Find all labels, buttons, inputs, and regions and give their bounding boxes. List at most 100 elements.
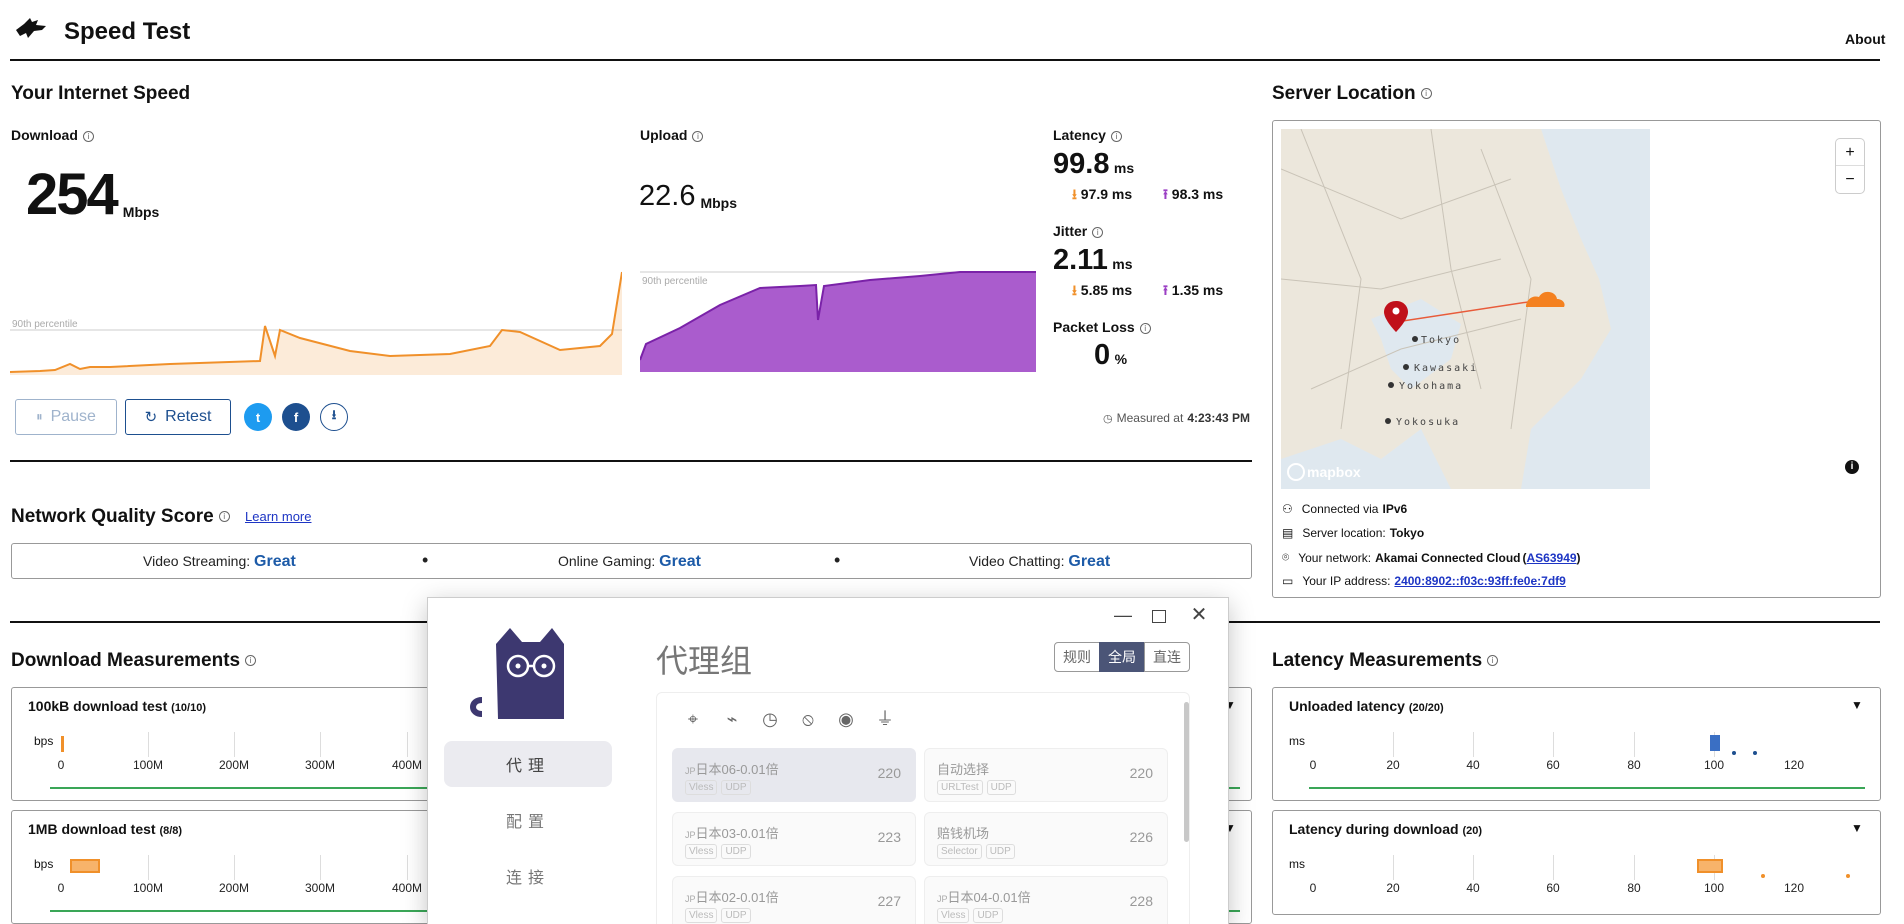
proxy-item[interactable]: JP日本06-0.01倍 220 Vless UDP bbox=[672, 748, 916, 802]
speed-icon[interactable]: ⌁ bbox=[721, 708, 743, 730]
facebook-share-button[interactable]: f bbox=[282, 403, 310, 431]
ip-address-link[interactable]: 2400:8902::f03c:93ff:fe0e:7df9 bbox=[1394, 574, 1565, 588]
jitter-label: Jitter i bbox=[1053, 223, 1104, 239]
data-marker bbox=[70, 859, 100, 873]
info-icon[interactable]: i bbox=[1139, 322, 1151, 334]
data-marker bbox=[1697, 859, 1723, 873]
proxy-item[interactable]: 赔钱机场 226 Selector UDP bbox=[924, 812, 1168, 866]
proxy-item[interactable]: 自动选择 220 URLTest UDP bbox=[924, 748, 1168, 802]
info-icon[interactable]: i bbox=[1110, 130, 1122, 142]
ip-address-row: ▭ Your IP address: 2400:8902::f03c:93ff:fe… bbox=[1282, 574, 1566, 588]
info-icon[interactable]: i bbox=[82, 130, 94, 142]
map-city-label: Yokohama bbox=[1399, 381, 1463, 392]
jitter-up: ⭱ 1.35 ms bbox=[1163, 282, 1224, 298]
axis-tick: 80 bbox=[1627, 881, 1641, 895]
zoom-out-button[interactable]: − bbox=[1836, 166, 1864, 193]
axis-tick: 100 bbox=[1703, 881, 1725, 895]
data-marker bbox=[1753, 751, 1757, 755]
quality-separator: • bbox=[834, 550, 841, 570]
chevron-down-icon[interactable]: ▼ bbox=[1851, 821, 1863, 835]
mode-rule[interactable]: 规则 bbox=[1054, 642, 1100, 672]
list-scrollbar[interactable] bbox=[1184, 702, 1189, 842]
latency-down: ⭳ 97.9 ms bbox=[1072, 186, 1133, 202]
retest-button[interactable]: ↻ Retest bbox=[125, 399, 231, 435]
eye-icon[interactable]: ◉ bbox=[835, 708, 857, 730]
info-icon[interactable]: i bbox=[692, 130, 704, 142]
clock-icon[interactable]: ◷ bbox=[759, 708, 781, 730]
filter-off-icon[interactable]: ⏚ bbox=[874, 708, 896, 730]
info-icon[interactable]: i bbox=[1420, 88, 1432, 100]
download-results-button[interactable]: ⭳ bbox=[320, 403, 348, 431]
proxy-group-title: 代理组 bbox=[656, 643, 753, 679]
chevron-down-icon[interactable]: ▼ bbox=[1851, 698, 1863, 712]
quality-score-bar: Video Streaming: Great • Online Gaming: … bbox=[11, 543, 1252, 579]
quality-item-chatting: Video Chatting: Great bbox=[969, 553, 1111, 570]
axis-tick: 100M bbox=[132, 881, 164, 895]
download-arrow-icon: ⭳ bbox=[1072, 282, 1077, 298]
pause-button[interactable]: ⏸ Pause bbox=[15, 399, 117, 435]
axis-tick: 400M bbox=[391, 881, 423, 895]
info-icon[interactable]: i bbox=[218, 511, 230, 523]
jitter-value: 2.11 ms bbox=[1053, 244, 1133, 276]
upload-chart: 90th percentile bbox=[640, 271, 1036, 372]
twitter-icon: t bbox=[255, 409, 261, 425]
facebook-icon: f bbox=[293, 409, 299, 425]
proxy-client-window: — ✕ 代理 配置 连接 代理组 规则 全局 直连 ⌖ ⌁ ◷ ⦸ ◉ ⏚ JP… bbox=[428, 598, 1228, 924]
download-icon: ⭳ bbox=[331, 407, 337, 422]
upload-arrow-icon: ⭱ bbox=[1163, 282, 1168, 298]
proxy-item[interactable]: JP日本03-0.01倍 223 Vless UDP bbox=[672, 812, 916, 866]
server-icon: ▤ bbox=[1282, 526, 1294, 540]
no-signal-icon[interactable]: ⦸ bbox=[797, 708, 819, 730]
app-title: Speed Test bbox=[64, 18, 191, 45]
nav-config[interactable]: 配置 bbox=[444, 797, 612, 843]
axis-tick: 300M bbox=[304, 758, 336, 772]
axis-tick: 80 bbox=[1627, 758, 1641, 772]
info-icon[interactable]: i bbox=[245, 655, 257, 667]
zoom-in-button[interactable]: + bbox=[1836, 139, 1864, 166]
map[interactable]: Tokyo Kawasaki Yokohama Yokosuka mapbox bbox=[1281, 129, 1650, 489]
nav-proxy[interactable]: 代理 bbox=[444, 741, 612, 787]
about-link[interactable]: About bbox=[1845, 31, 1885, 47]
zoom-controls: + − bbox=[1836, 139, 1864, 193]
axis-unit: ms bbox=[1289, 857, 1305, 871]
mode-direct[interactable]: 直连 bbox=[1144, 642, 1190, 672]
id-card-icon: ▭ bbox=[1282, 574, 1294, 588]
server-section-title: Server Location i bbox=[1272, 83, 1432, 105]
mapbox-attribution: mapbox bbox=[1307, 464, 1361, 480]
mode-global[interactable]: 全局 bbox=[1099, 642, 1145, 672]
latency-test-title: Latency during download (20) bbox=[1289, 821, 1483, 837]
data-marker bbox=[1761, 874, 1765, 878]
latency-test-card[interactable]: Unloaded latency (20/20) ms 0 20 40 60 8… bbox=[1272, 687, 1881, 801]
download-arrow-icon: ⭳ bbox=[1072, 186, 1077, 202]
refresh-icon: ↻ bbox=[144, 409, 158, 426]
axis-tick: 120 bbox=[1783, 881, 1805, 895]
data-marker bbox=[1710, 735, 1720, 751]
info-icon[interactable]: i bbox=[1487, 655, 1499, 667]
upload-label: Upload i bbox=[640, 127, 704, 143]
axis-tick: 300M bbox=[304, 881, 336, 895]
minimize-button[interactable]: — bbox=[1112, 606, 1134, 628]
latency-value: 99.8 ms bbox=[1053, 148, 1135, 180]
info-icon[interactable]: i bbox=[1092, 226, 1104, 238]
server-location-row: ▤ Server location: Tokyo bbox=[1282, 526, 1425, 540]
learn-more-link[interactable]: Learn more bbox=[245, 509, 311, 524]
nav-connections[interactable]: 连接 bbox=[444, 853, 612, 899]
clock-icon: ◷ bbox=[1103, 412, 1113, 425]
map-city-label: Tokyo bbox=[1421, 335, 1461, 346]
cat-logo-icon bbox=[470, 624, 576, 724]
quality-item-streaming: Video Streaming: Great bbox=[143, 553, 296, 570]
axis-tick: 20 bbox=[1386, 881, 1400, 895]
latency-test-card[interactable]: Latency during download (20) ms 0 20 40 … bbox=[1272, 810, 1881, 915]
twitter-share-button[interactable]: t bbox=[244, 403, 272, 431]
map-info-button[interactable]: i bbox=[1845, 460, 1859, 474]
latency-up: ⭱ 98.3 ms bbox=[1163, 186, 1224, 202]
close-button[interactable]: ✕ bbox=[1188, 604, 1210, 626]
map-city-label: Yokosuka bbox=[1396, 417, 1460, 428]
asn-link[interactable]: AS63949 bbox=[1527, 551, 1577, 565]
proxy-item[interactable]: JP日本04-0.01倍 228 Vless UDP bbox=[924, 876, 1168, 924]
proxy-item[interactable]: JP日本02-0.01倍 227 Vless UDP bbox=[672, 876, 916, 924]
maximize-button[interactable] bbox=[1152, 610, 1166, 623]
axis-tick: 20 bbox=[1386, 758, 1400, 772]
axis-tick: 0 bbox=[1309, 881, 1317, 895]
locate-icon[interactable]: ⌖ bbox=[682, 708, 704, 730]
